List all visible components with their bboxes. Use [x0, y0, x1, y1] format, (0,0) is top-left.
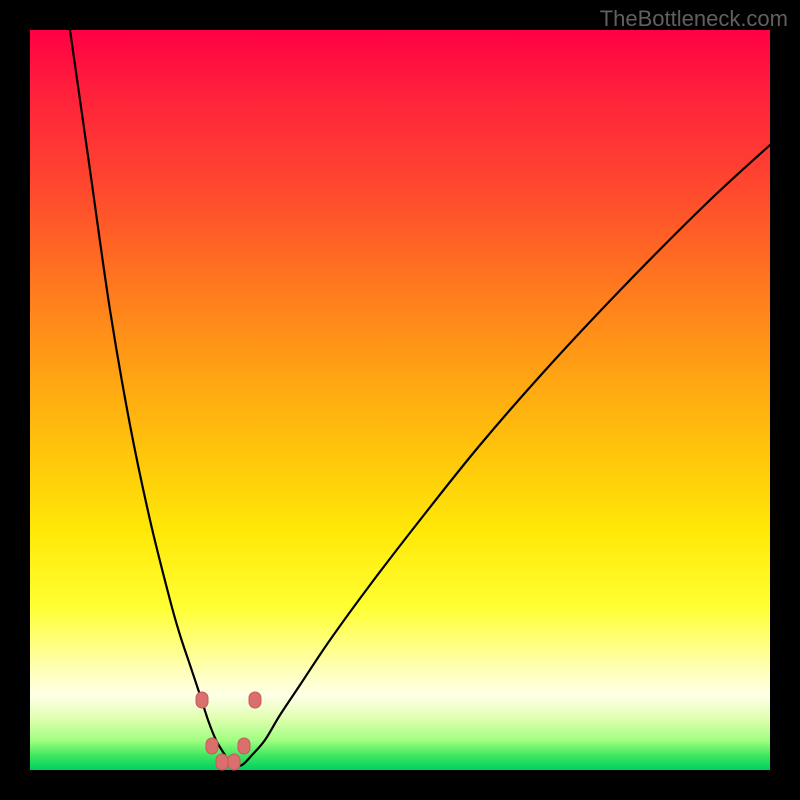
watermark-text: TheBottleneck.com: [600, 6, 788, 32]
curve-marker: [238, 738, 250, 754]
curve-marker: [228, 754, 240, 770]
curve-layer: [30, 30, 770, 770]
plot-area: [30, 30, 770, 770]
curve-marker: [206, 738, 218, 754]
bottleneck-curve: [70, 30, 770, 766]
chart-frame: TheBottleneck.com: [0, 0, 800, 800]
curve-marker: [196, 692, 208, 708]
curve-marker: [216, 754, 228, 770]
curve-marker: [249, 692, 261, 708]
marker-layer: [196, 692, 261, 770]
